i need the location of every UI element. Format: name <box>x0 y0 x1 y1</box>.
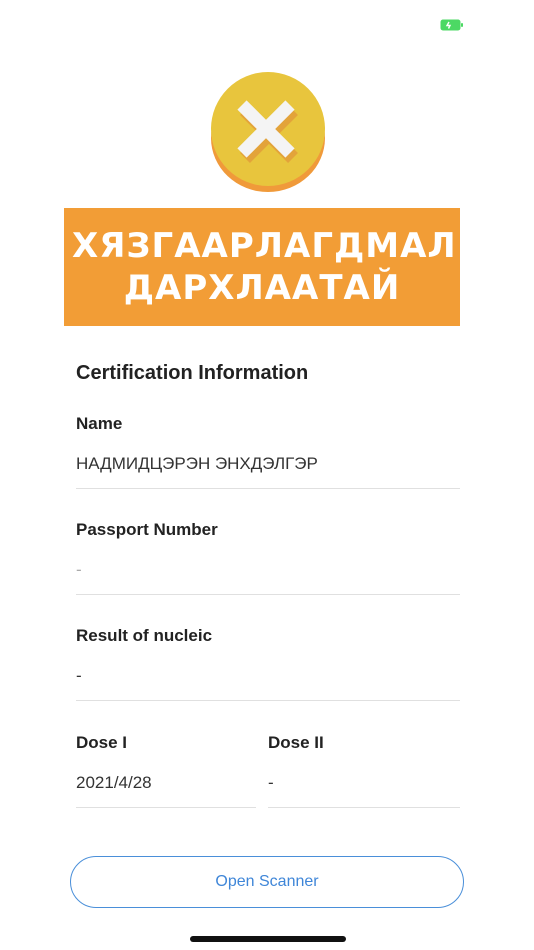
name-divider <box>76 488 460 489</box>
passport-field: Passport Number - <box>76 518 460 595</box>
passport-value: - <box>76 560 82 579</box>
dose2-value: - <box>268 773 274 792</box>
name-label: Name <box>76 414 123 433</box>
nucleic-value: - <box>76 666 82 685</box>
dose2-divider <box>268 807 460 808</box>
dose1-value: 2021/4/28 <box>76 773 152 792</box>
battery-icon <box>440 19 463 31</box>
dose2-label: Dose II <box>268 733 324 752</box>
section-title: Certification Information <box>76 362 309 384</box>
x-mark-coin-icon <box>211 72 325 192</box>
nucleic-divider <box>76 700 460 701</box>
open-scanner-button[interactable]: Open Scanner <box>70 856 464 908</box>
name-field: Name НАДМИДЦЭРЭН ЭНХДЭЛГЭР <box>76 412 460 489</box>
nucleic-field: Result of nucleic - <box>76 624 460 701</box>
dose1-field: Dose I 2021/4/28 <box>76 731 256 808</box>
passport-divider <box>76 594 460 595</box>
passport-label: Passport Number <box>76 520 218 539</box>
dose1-label: Dose I <box>76 733 128 752</box>
immunity-status-text: ХЯЗГААРЛАГДМАЛ ДАРХЛААТАЙ <box>72 226 457 308</box>
name-value: НАДМИДЦЭРЭН ЭНХДЭЛГЭР <box>76 454 318 473</box>
home-indicator[interactable] <box>190 936 346 942</box>
nucleic-label: Result of nucleic <box>76 626 213 645</box>
dose1-divider <box>76 807 256 808</box>
dose2-field: Dose II - <box>268 731 460 808</box>
immunity-status-banner: ХЯЗГААРЛАГДМАЛ ДАРХЛААТАЙ <box>64 208 460 326</box>
